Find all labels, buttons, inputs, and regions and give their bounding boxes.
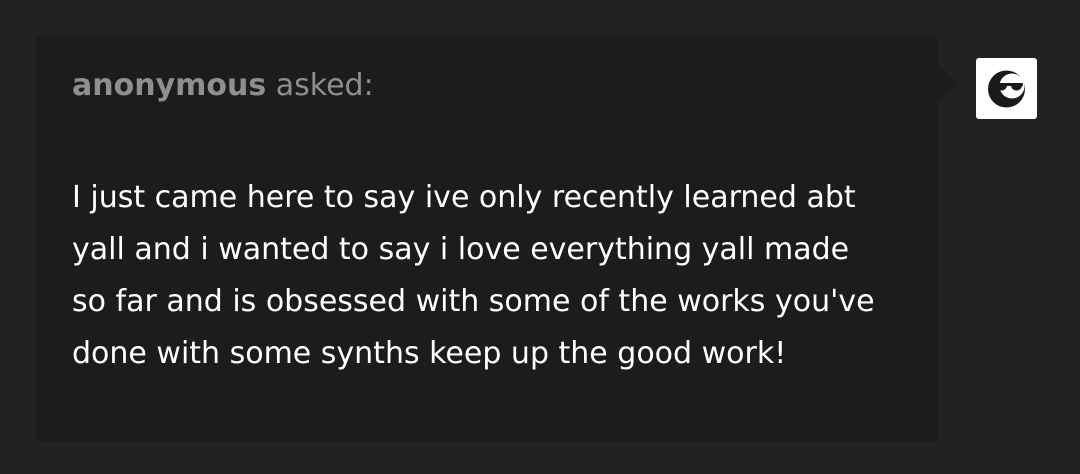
asked-label: asked: (275, 68, 374, 103)
question-line: done with some synths keep up the good w… (72, 336, 787, 371)
question-line: yall and i wanted to say i love everythi… (72, 232, 850, 267)
asker-line: anonymous asked: (72, 66, 374, 106)
question-line: so far and is obsessed with some of the … (72, 284, 875, 319)
ask-bubble: anonymous asked: I just came here to say… (36, 35, 938, 442)
asker-name: anonymous (72, 68, 267, 103)
anonymous-sunglasses-icon (988, 70, 1025, 108)
bubble-pointer (938, 64, 957, 102)
question-text: I just came here to say ive only recentl… (72, 172, 892, 380)
question-line: I just came here to say ive only recentl… (72, 180, 856, 215)
avatar[interactable] (976, 58, 1037, 119)
